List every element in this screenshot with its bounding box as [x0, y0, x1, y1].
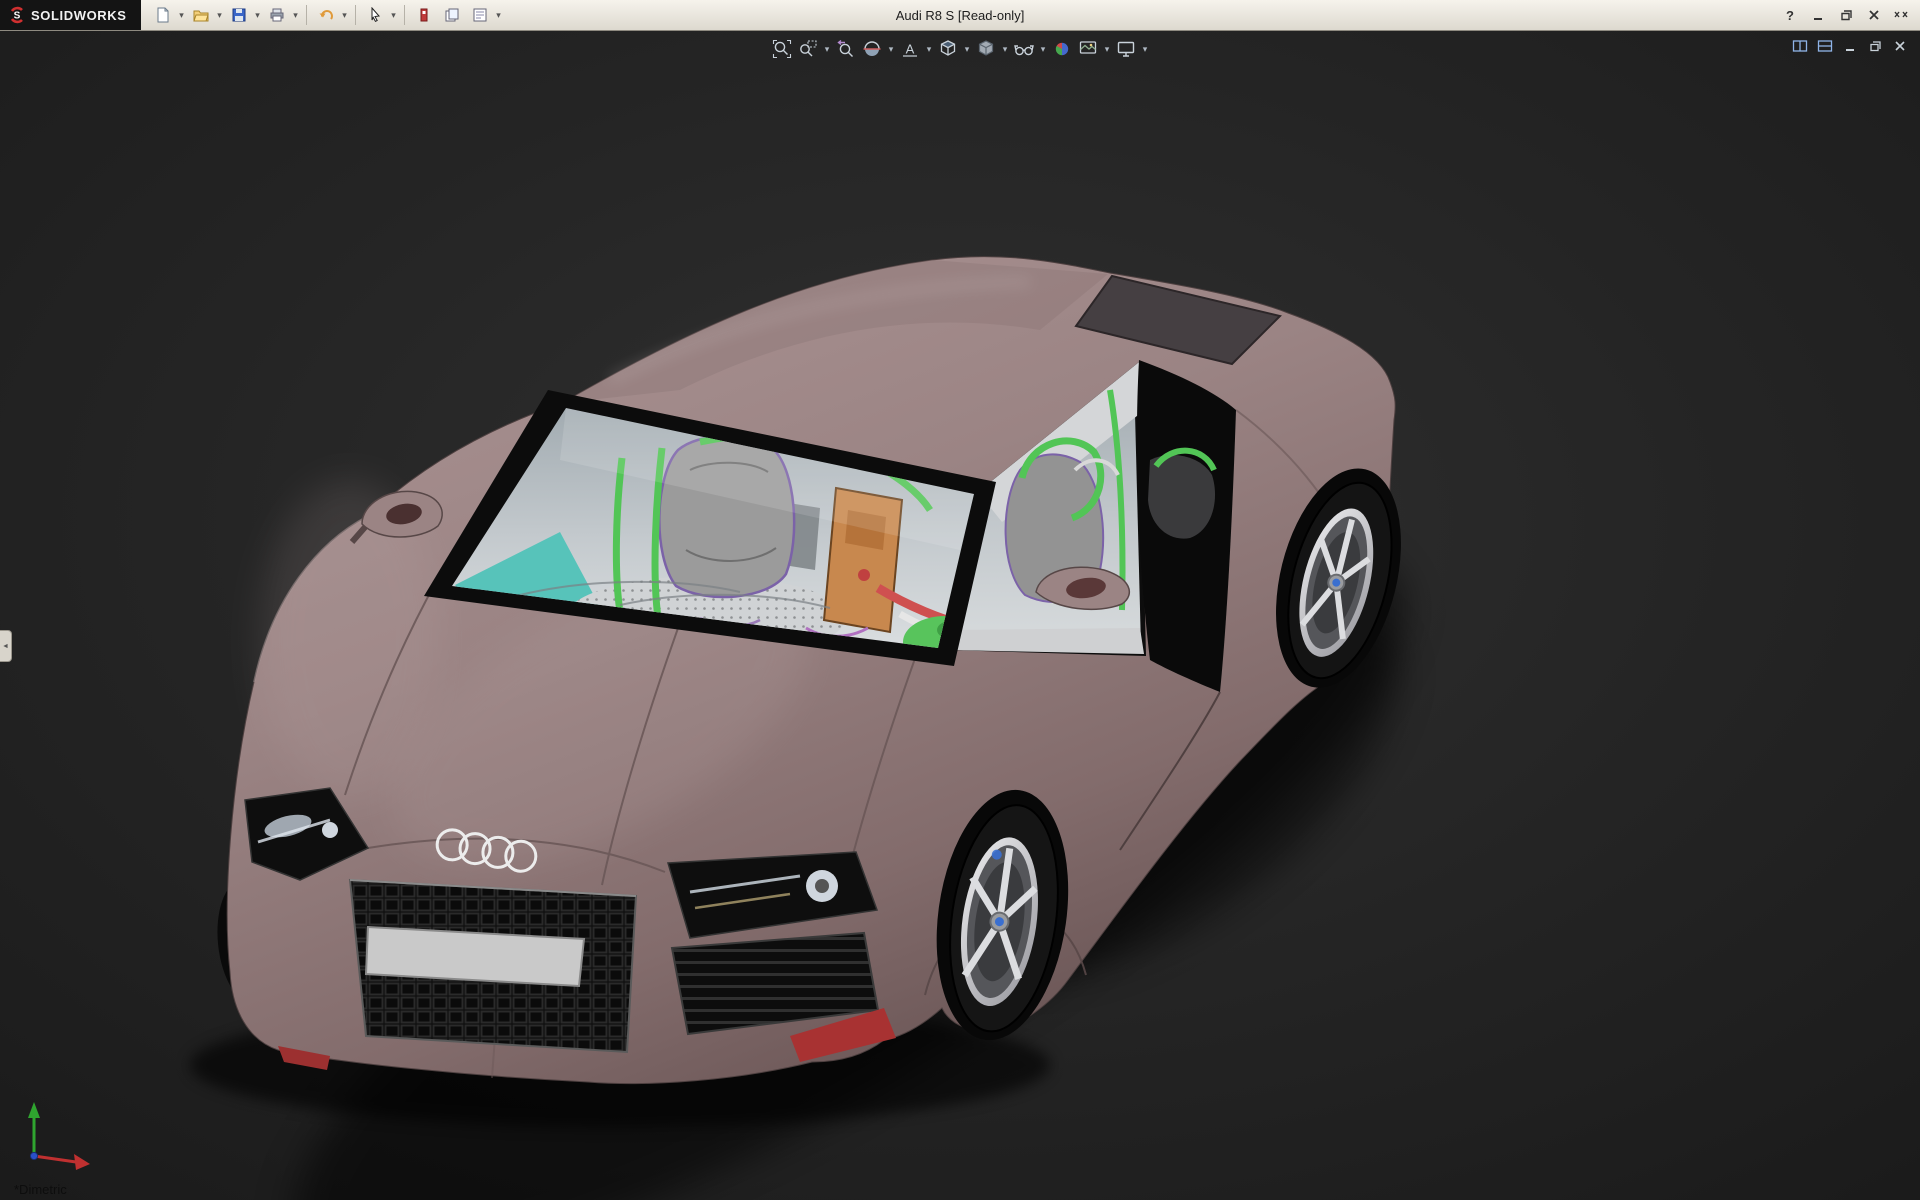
- display-style-icon: [976, 39, 996, 59]
- zoom-to-fit-button[interactable]: [770, 37, 794, 61]
- save-dropdown-caret[interactable]: ▾: [253, 10, 263, 21]
- annotations-dropdown-caret[interactable]: ▾: [924, 44, 934, 55]
- restore-button[interactable]: [1834, 5, 1858, 25]
- 3d-viewport[interactable]: ▾ ▾ A ▾: [0, 30, 1920, 1200]
- solidworks-logo: S SOLIDWORKS: [0, 0, 141, 30]
- restore-icon: [1839, 8, 1853, 22]
- window-controls: ?: [1778, 5, 1920, 25]
- document-options-icon: [472, 7, 488, 23]
- solidworks-window: S SOLIDWORKS ▾ ▾: [0, 0, 1920, 1200]
- main-toolbar: ▾ ▾ ▾: [149, 3, 504, 27]
- drawing-sheet-button[interactable]: [439, 3, 465, 27]
- split-pane-vertical-button[interactable]: [1815, 37, 1835, 55]
- open-folder-icon: [193, 7, 209, 23]
- scene-dropdown-caret[interactable]: ▾: [1102, 44, 1112, 55]
- minimize-document-icon: [1843, 39, 1857, 53]
- zoom-area-button[interactable]: [796, 37, 820, 61]
- previous-view-button[interactable]: [834, 37, 858, 61]
- toolbar-separator: [355, 5, 356, 25]
- apply-scene-button[interactable]: [1076, 37, 1100, 61]
- brand-text: SOLIDWORKS: [31, 8, 127, 23]
- panel-collapse-tab[interactable]: ◄: [0, 630, 12, 662]
- open-dropdown-caret[interactable]: ▾: [215, 10, 225, 21]
- save-icon: [231, 7, 247, 23]
- minimize-document-button[interactable]: [1840, 37, 1860, 55]
- select-dropdown-caret[interactable]: ▾: [389, 10, 399, 21]
- split-pane-horizontal-icon: [1792, 39, 1808, 53]
- open-button[interactable]: [188, 3, 214, 27]
- edit-appearance-button[interactable]: [1050, 37, 1074, 61]
- edit-appearance-icon: [1052, 39, 1072, 59]
- close-icon: [1867, 8, 1881, 22]
- view-orientation-button[interactable]: [936, 37, 960, 61]
- print-icon: [269, 7, 285, 23]
- minimize-button[interactable]: [1806, 5, 1830, 25]
- document-options-button[interactable]: [467, 3, 493, 27]
- x-axis: [34, 1156, 76, 1162]
- split-pane-vertical-icon: [1817, 39, 1833, 53]
- zoom-to-fit-icon: [772, 39, 792, 59]
- section-view-icon: [862, 39, 882, 59]
- help-button[interactable]: ?: [1778, 5, 1802, 25]
- hide-show-items-icon: [1014, 39, 1034, 59]
- zoom-area-icon: [798, 39, 818, 59]
- display-style-button[interactable]: [974, 37, 998, 61]
- section-dropdown-caret[interactable]: ▾: [886, 44, 896, 55]
- print-button[interactable]: [264, 3, 290, 27]
- options-dropdown-caret[interactable]: ▾: [494, 10, 504, 21]
- select-button[interactable]: [362, 3, 388, 27]
- close-button[interactable]: [1862, 5, 1886, 25]
- document-window-controls: [1790, 37, 1910, 55]
- close-document-icon: [1893, 39, 1907, 53]
- toolbar-separator: [404, 5, 405, 25]
- solidworks-logo-mark: S: [8, 6, 26, 24]
- display-style-dropdown-caret[interactable]: ▾: [1000, 44, 1010, 55]
- undo-icon: [318, 7, 334, 23]
- z-axis: [30, 1152, 37, 1159]
- orientation-dropdown-caret[interactable]: ▾: [962, 44, 972, 55]
- toolbar-separator: [306, 5, 307, 25]
- color-tool-icon: [416, 7, 432, 23]
- close-document-button[interactable]: [1890, 37, 1910, 55]
- view-settings-button[interactable]: [1114, 37, 1138, 61]
- previous-view-icon: [836, 39, 856, 59]
- orientation-triad: [18, 1096, 104, 1174]
- new-dropdown-caret[interactable]: ▾: [177, 10, 187, 21]
- select-cursor-icon: [367, 7, 383, 23]
- zoom-dropdown-caret[interactable]: ▾: [822, 44, 832, 55]
- svg-text:S: S: [14, 11, 21, 22]
- new-document-icon: [155, 7, 171, 23]
- model-scene[interactable]: [0, 30, 1920, 1200]
- view-orientation-icon: [938, 39, 958, 59]
- orientation-label: *Dimetric: [14, 1182, 67, 1197]
- window-title: Audi R8 S [Read-only]: [896, 8, 1025, 23]
- view-toolbar: ▾ ▾ A ▾: [770, 37, 1150, 61]
- annotations-icon: A: [900, 39, 920, 59]
- hide-show-items-button[interactable]: [1012, 37, 1036, 61]
- save-button[interactable]: [226, 3, 252, 27]
- restore-document-icon: [1868, 39, 1882, 53]
- print-dropdown-caret[interactable]: ▾: [291, 10, 301, 21]
- svg-text:A: A: [906, 42, 915, 57]
- hide-show-dropdown-caret[interactable]: ▾: [1038, 44, 1048, 55]
- restore-document-button[interactable]: [1865, 37, 1885, 55]
- annotations-button[interactable]: A: [898, 37, 922, 61]
- undo-button[interactable]: [313, 3, 339, 27]
- window-arrange-button[interactable]: [1890, 5, 1914, 25]
- minimize-icon: [1811, 8, 1825, 22]
- window-arrange-icon: [1893, 8, 1911, 22]
- drawing-sheet-icon: [444, 7, 460, 23]
- apply-scene-icon: [1078, 39, 1098, 59]
- view-settings-dropdown-caret[interactable]: ▾: [1140, 44, 1150, 55]
- split-pane-horizontal-button[interactable]: [1790, 37, 1810, 55]
- view-settings-icon: [1116, 39, 1136, 59]
- new-document-button[interactable]: [150, 3, 176, 27]
- undo-dropdown-caret[interactable]: ▾: [340, 10, 350, 21]
- section-view-button[interactable]: [860, 37, 884, 61]
- titlebar: S SOLIDWORKS ▾ ▾: [0, 0, 1920, 31]
- color-tool-button[interactable]: [411, 3, 437, 27]
